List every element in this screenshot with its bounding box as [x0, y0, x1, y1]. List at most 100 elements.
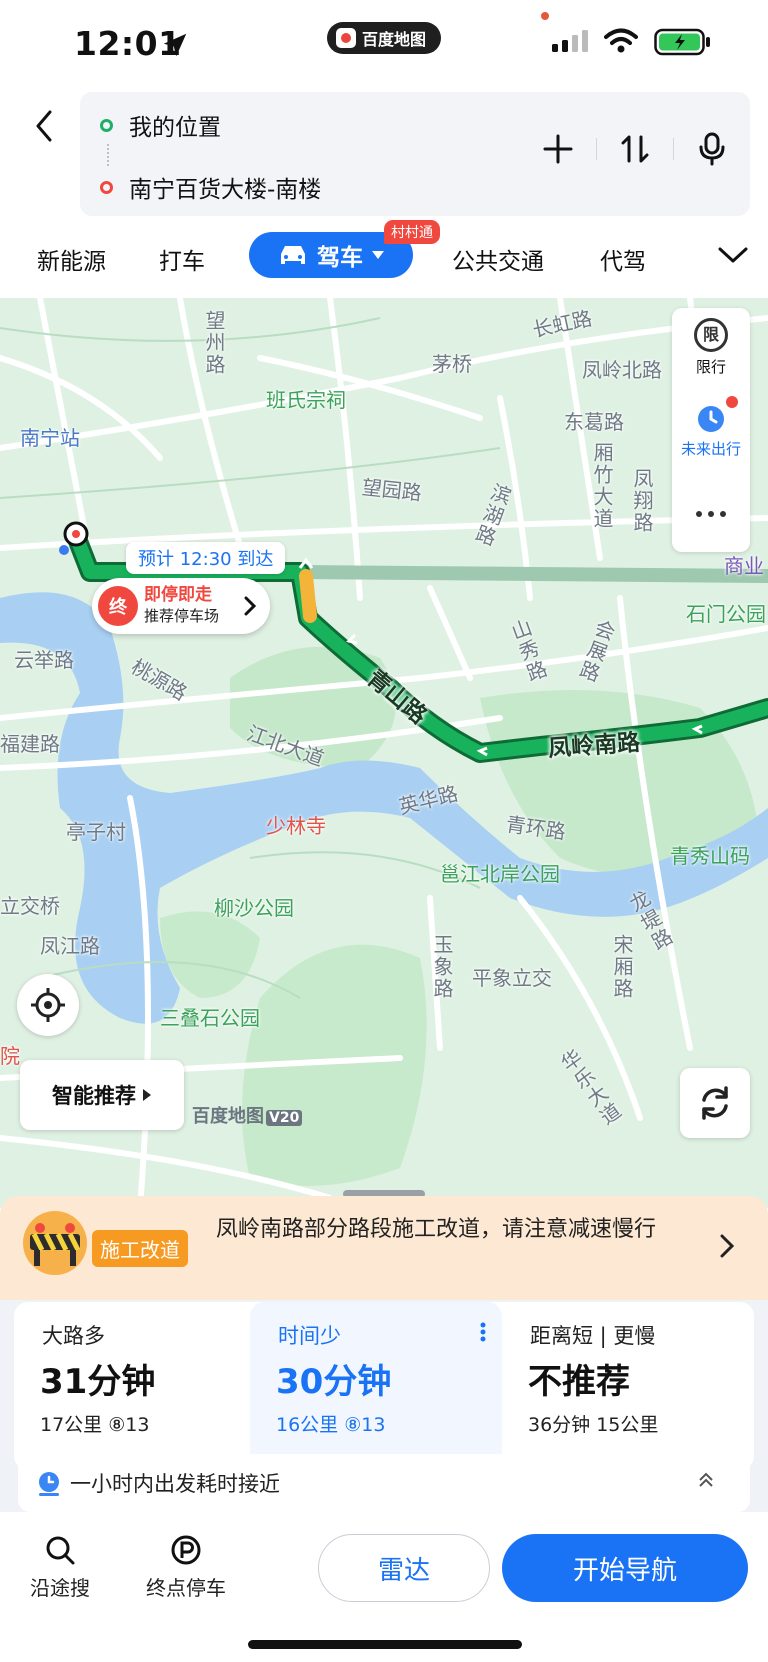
along-route-search-label: 沿途搜: [30, 1576, 90, 1600]
route-option-card[interactable]: 大路多 31分钟 17公里 ⑧13: [14, 1302, 250, 1470]
notice-tag: 施工改道: [92, 1230, 188, 1267]
departure-hint[interactable]: 一小时内出发耗时接近: [18, 1454, 750, 1512]
clock-icon: [694, 396, 738, 434]
map-label: 南宁站: [20, 426, 80, 450]
map-label: 茅桥: [432, 352, 472, 376]
more-dots-icon: [696, 511, 726, 517]
map-label: 福建路: [0, 732, 60, 756]
end-marker-icon: 终: [98, 586, 138, 626]
route-option-detail: 16公里 ⑧13: [276, 1414, 386, 1436]
route-option-time: 31分钟: [40, 1362, 156, 1402]
route-option-tag: 大路多: [42, 1324, 105, 1348]
map-label: 东葛路: [564, 410, 624, 434]
watermark-text: 百度地图: [192, 1106, 264, 1127]
smart-recommend-label: 智能推荐: [52, 1084, 136, 1108]
restriction-icon: 限: [694, 318, 728, 352]
route-option-time: 不推荐: [528, 1362, 630, 1402]
map-label: 商业: [724, 554, 764, 578]
map-label: 亭子村: [66, 820, 126, 844]
map-label: 凤岭北路: [582, 358, 662, 382]
village-badge: 村村通: [384, 220, 440, 244]
route-option-card[interactable]: 距离短 | 更慢 不推荐 36分钟 15公里: [502, 1302, 754, 1470]
caret-down-icon: [372, 251, 384, 259]
app-indicator-pill[interactable]: 百度地图: [327, 22, 441, 54]
construction-barrier-icon: [23, 1211, 87, 1275]
parking-icon: [171, 1535, 201, 1565]
future-travel-label: 未来出行: [680, 440, 741, 458]
map-label: 石门公园: [686, 602, 766, 626]
more-options-button[interactable]: [672, 504, 750, 522]
radar-button[interactable]: 雷达: [318, 1534, 490, 1602]
tab-drive-label: 驾车: [317, 245, 363, 271]
parking-suggestion-card[interactable]: 终 即停即走 推荐停车场: [92, 578, 270, 634]
origin-text: 我的位置: [129, 115, 221, 141]
map-label: 宋厢路: [610, 934, 634, 1000]
chevron-right-icon: [244, 596, 256, 616]
status-bar: 12:01 百度地图: [0, 0, 768, 88]
map-label: 班氏宗祠: [266, 388, 346, 412]
chevron-down-icon[interactable]: [718, 246, 748, 264]
privacy-dot-icon: [541, 12, 549, 20]
map-label: 凤翔路: [630, 468, 654, 534]
notice-text: 凤岭南路部分路段施工改道，请注意减速慢行: [216, 1217, 657, 1242]
destination-text: 南宁百货大楼-南楼: [129, 177, 322, 203]
map-label: 云举路: [14, 648, 74, 672]
start-navigation-button[interactable]: 开始导航: [502, 1534, 748, 1602]
origin-field[interactable]: 我的位置: [100, 108, 221, 142]
route-option-card-selected[interactable]: 时间少 30分钟 16公里 ⑧13: [250, 1302, 502, 1470]
app-indicator-label: 百度地图: [362, 30, 427, 49]
more-vertical-icon[interactable]: [480, 1322, 486, 1342]
map-label: 平象立交: [472, 966, 552, 990]
microphone-icon[interactable]: [696, 132, 728, 166]
tab-public-transit[interactable]: 公共交通: [452, 242, 544, 276]
divider: [596, 138, 597, 160]
route-option-time: 30分钟: [276, 1362, 392, 1402]
divider: [673, 138, 674, 160]
restriction-label: 限行: [695, 358, 726, 376]
eta-bubble: 预计 12:30 到达: [126, 542, 286, 574]
tab-designated-driver[interactable]: 代驾: [600, 242, 646, 276]
route-option-detail: 36分钟 15公里: [528, 1414, 659, 1436]
map-label: 望园路: [360, 474, 423, 506]
map-label: 三叠石公园: [160, 1006, 260, 1030]
map-label: 望州路: [202, 310, 226, 376]
search-icon: [46, 1536, 75, 1565]
smart-recommend-button[interactable]: 智能推荐: [20, 1060, 184, 1130]
add-waypoint-icon[interactable]: [542, 133, 574, 165]
tab-taxi[interactable]: 打车: [159, 242, 205, 276]
destination-dot-icon: [100, 180, 113, 194]
home-indicator[interactable]: [248, 1640, 522, 1649]
map-label: 青秀山码: [670, 844, 750, 868]
double-chevron-up-icon: [699, 1472, 713, 1487]
map-label: 玉象路: [430, 934, 454, 1000]
battery-charging-icon: [654, 28, 710, 56]
parking-text: 即停即走 推荐停车场: [144, 585, 219, 627]
crosshair-icon: [31, 988, 65, 1022]
map-label: 少林寺: [266, 814, 326, 838]
clock-icon: [39, 1472, 59, 1496]
map-label: 邕江北岸公园: [440, 862, 560, 886]
wifi-icon: [604, 28, 638, 53]
back-arrow-icon[interactable]: [30, 106, 58, 146]
map-label: 柳沙公园: [214, 896, 294, 920]
locate-me-button[interactable]: [17, 974, 79, 1036]
location-arrow-icon: [163, 33, 187, 57]
parking-title: 即停即走: [144, 585, 212, 605]
traffic-restriction-button[interactable]: 限 限行: [672, 318, 750, 377]
destination-parking-button[interactable]: 终点停车: [146, 1534, 226, 1601]
destination-field[interactable]: 南宁百货大楼-南楼: [100, 170, 321, 204]
refresh-route-button[interactable]: [680, 1068, 750, 1138]
map-label: 院: [0, 1044, 20, 1068]
baidu-map-logo-icon: [336, 28, 356, 48]
watermark-version: V20: [266, 1110, 303, 1126]
construction-notice[interactable]: 施工改道 凤岭南路部分路段施工改道，请注意减速慢行: [0, 1196, 768, 1300]
origin-dot-icon: [100, 118, 113, 132]
map-view[interactable]: 望州路 长虹路 茅桥 凤岭北路 班氏宗祠 南宁站 东葛路 望园路 滨湖路 厢竹大…: [0, 298, 768, 1208]
travel-mode-tabs: 新能源 打车 驾车 村村通 公共交通 代驾: [0, 216, 768, 298]
route-input-box: 我的位置 南宁百货大楼-南楼: [80, 92, 750, 216]
swap-direction-icon[interactable]: [619, 133, 651, 165]
future-travel-button[interactable]: 未来出行: [672, 396, 750, 459]
refresh-icon: [702, 1086, 728, 1120]
tab-new-energy[interactable]: 新能源: [37, 242, 106, 276]
along-route-search-button[interactable]: 沿途搜: [30, 1534, 90, 1601]
